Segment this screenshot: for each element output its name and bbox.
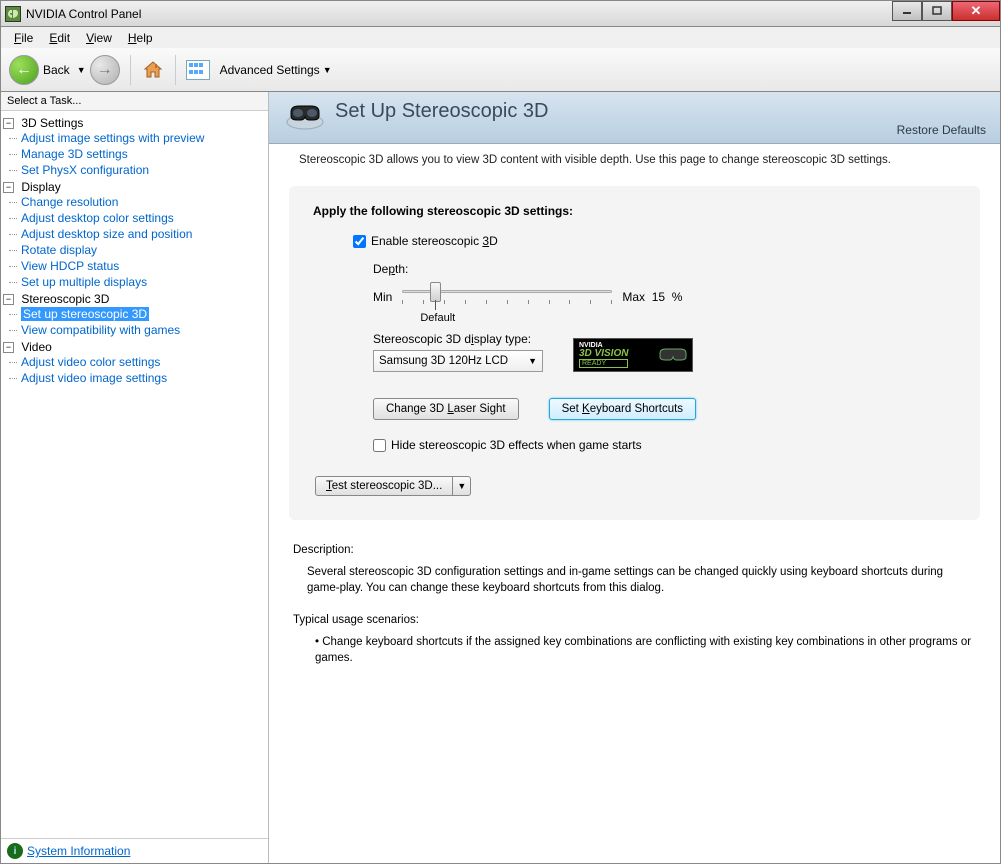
glasses-icon — [658, 345, 688, 365]
tree-item-hdcp-status[interactable]: View HDCP status — [17, 258, 266, 274]
depth-section: Depth: Min Default Max 15 % — [373, 262, 956, 312]
hide-effects-checkbox[interactable] — [373, 439, 386, 452]
test-stereoscopic-button[interactable]: Test stereoscopic 3D... — [315, 476, 453, 496]
tree-toggle-icon[interactable]: − — [3, 182, 14, 193]
menu-edit[interactable]: Edit — [42, 29, 77, 47]
chevron-down-icon: ▼ — [528, 356, 537, 366]
task-tree: − 3D Settings Adjust image settings with… — [1, 111, 268, 838]
app-icon — [5, 6, 21, 22]
back-button[interactable]: ← — [9, 55, 39, 85]
depth-min-label: Min — [373, 290, 392, 304]
scenario-item: • Change keyboard shortcuts if the assig… — [315, 634, 976, 666]
button-row: Change 3D Laser Sight Set Keyboard Short… — [373, 398, 956, 420]
tree-group-3d-settings[interactable]: 3D Settings — [21, 116, 83, 130]
tree-item-multiple-displays[interactable]: Set up multiple displays — [17, 274, 266, 290]
hide-effects-row: Hide stereoscopic 3D effects when game s… — [373, 438, 956, 452]
advanced-settings-label: Advanced Settings — [220, 63, 320, 77]
page-header: Set Up Stereoscopic 3D Restore Defaults — [269, 92, 1000, 144]
tree-item-game-compatibility[interactable]: View compatibility with games — [17, 322, 266, 338]
enable-3d-label[interactable]: Enable stereoscopic 3D — [371, 234, 498, 248]
tree-item-desktop-size[interactable]: Adjust desktop size and position — [17, 226, 266, 242]
tree-item-rotate-display[interactable]: Rotate display — [17, 242, 266, 258]
glasses-icon — [285, 100, 325, 132]
home-icon[interactable] — [141, 58, 165, 82]
description-body: Several stereoscopic 3D configuration se… — [307, 564, 976, 596]
slider-thumb[interactable] — [430, 282, 441, 302]
display-type-combo[interactable]: Samsung 3D 120Hz LCD ▼ — [373, 350, 543, 372]
change-laser-sight-button[interactable]: Change 3D Laser Sight — [373, 398, 519, 420]
3d-vision-ready-badge: NVIDIA 3D VISION READY — [573, 338, 693, 372]
menu-view[interactable]: View — [79, 29, 119, 47]
test-dropdown-button[interactable]: ▼ — [453, 476, 471, 496]
view-mode-icon[interactable] — [186, 60, 210, 80]
main-panel: Set Up Stereoscopic 3D Restore Defaults … — [269, 92, 1000, 863]
tree-item-physx[interactable]: Set PhysX configuration — [17, 162, 266, 178]
minimize-button[interactable] — [892, 1, 922, 21]
badge-ready: READY — [579, 359, 628, 368]
nav-back-group: ← Back ▼ → — [9, 55, 120, 85]
tree-item-desktop-color[interactable]: Adjust desktop color settings — [17, 210, 266, 226]
toolbar-separator — [175, 55, 176, 85]
tree-toggle-icon[interactable]: − — [3, 342, 14, 353]
display-type-value: Samsung 3D 120Hz LCD — [379, 355, 508, 367]
window-titlebar: NVIDIA Control Panel ✕ — [0, 0, 1001, 27]
tree-group-stereoscopic[interactable]: Stereoscopic 3D — [21, 292, 109, 306]
page-intro: Stereoscopic 3D allows you to view 3D co… — [269, 144, 1000, 176]
depth-default-label: Default — [420, 312, 455, 324]
menubar: File Edit View Help — [0, 27, 1001, 48]
advanced-settings-dropdown[interactable]: Advanced Settings ▼ — [220, 63, 332, 77]
window-title: NVIDIA Control Panel — [26, 7, 141, 21]
back-history-dropdown[interactable]: ▼ — [77, 65, 86, 75]
depth-slider[interactable]: Default — [402, 282, 612, 312]
menu-file[interactable]: File — [7, 29, 40, 47]
forward-button[interactable]: → — [90, 55, 120, 85]
tree-item-adjust-image-preview[interactable]: Adjust image settings with preview — [17, 130, 266, 146]
back-label: Back — [43, 63, 70, 77]
sidebar-header: Select a Task... — [1, 92, 268, 111]
tree-group-video[interactable]: Video — [21, 340, 51, 354]
description-title: Description: — [293, 544, 976, 556]
restore-defaults-link[interactable]: Restore Defaults — [897, 123, 986, 137]
tree-item-video-color[interactable]: Adjust video color settings — [17, 354, 266, 370]
set-keyboard-shortcuts-button[interactable]: Set Keyboard Shortcuts — [549, 398, 696, 420]
tree-toggle-icon[interactable]: − — [3, 294, 14, 305]
test-row: Test stereoscopic 3D... ▼ — [315, 476, 956, 496]
menu-help[interactable]: Help — [121, 29, 160, 47]
depth-max-label: Max 15 % — [622, 290, 682, 304]
scenarios-title: Typical usage scenarios: — [293, 614, 976, 626]
tree-group-display[interactable]: Display — [21, 180, 60, 194]
settings-panel: Apply the following stereoscopic 3D sett… — [289, 186, 980, 520]
toolbar-separator — [130, 55, 131, 85]
badge-product: 3D VISION — [579, 349, 628, 359]
toolbar: ← Back ▼ → Advanced Settings ▼ — [0, 48, 1001, 92]
enable-3d-checkbox[interactable] — [353, 235, 366, 248]
hide-effects-label[interactable]: Hide stereoscopic 3D effects when game s… — [391, 438, 642, 452]
close-button[interactable]: ✕ — [952, 1, 1000, 21]
maximize-button[interactable] — [922, 1, 952, 21]
tree-item-change-resolution[interactable]: Change resolution — [17, 194, 266, 210]
info-icon: i — [7, 843, 23, 859]
sidebar-footer: i System Information — [1, 838, 268, 863]
page-title: Set Up Stereoscopic 3D — [335, 100, 548, 123]
display-type-label: Stereoscopic 3D display type: — [373, 332, 543, 346]
description-section: Description: Several stereoscopic 3D con… — [269, 530, 1000, 680]
content-area: Select a Task... − 3D Settings Adjust im… — [0, 92, 1001, 864]
depth-label: Depth: — [373, 262, 956, 276]
tree-item-setup-stereoscopic[interactable]: Set up stereoscopic 3D — [17, 306, 266, 322]
tree-item-manage-3d[interactable]: Manage 3D settings — [17, 146, 266, 162]
display-type-row: Stereoscopic 3D display type: Samsung 3D… — [373, 332, 956, 372]
panel-title: Apply the following stereoscopic 3D sett… — [313, 204, 956, 218]
tree-toggle-icon[interactable]: − — [3, 118, 14, 129]
enable-3d-row: Enable stereoscopic 3D — [353, 234, 956, 248]
sidebar: Select a Task... − 3D Settings Adjust im… — [1, 92, 269, 863]
window-controls: ✕ — [892, 1, 1000, 21]
system-information-link[interactable]: System Information — [27, 844, 130, 858]
tree-item-video-image[interactable]: Adjust video image settings — [17, 370, 266, 386]
